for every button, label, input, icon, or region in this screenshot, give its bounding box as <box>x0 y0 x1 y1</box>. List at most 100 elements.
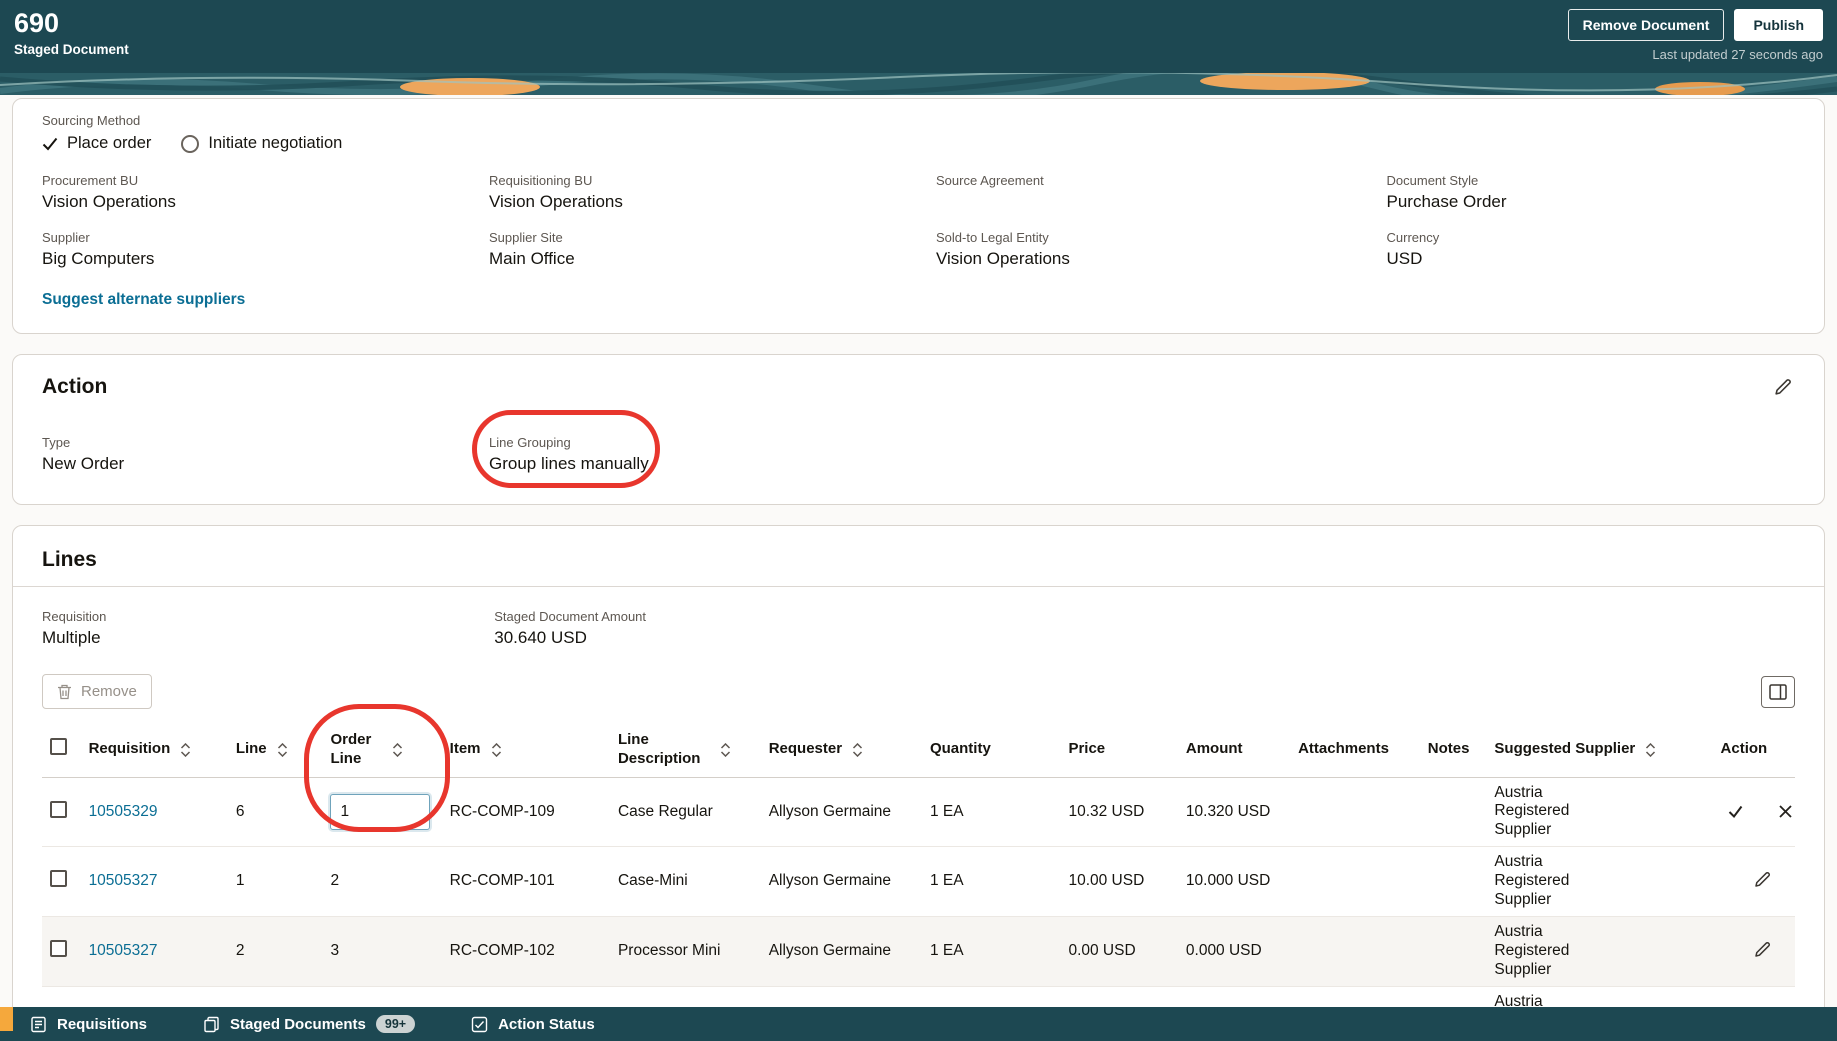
item-cell: RC-COMP-102 <box>441 916 610 987</box>
quantity-cell: 1 EA <box>921 916 1061 987</box>
item-cell: RC-COMP-101 <box>441 846 610 917</box>
tab-requisitions[interactable]: Requisitions <box>30 1016 147 1033</box>
select-all-checkbox[interactable] <box>50 738 67 756</box>
order-line-input[interactable] <box>330 793 431 830</box>
suggested-supplier-cell: Austria Registered Supplier <box>1486 916 1713 987</box>
radio-place-order[interactable]: Place order <box>42 134 151 153</box>
action-title-row: Action <box>42 375 1795 399</box>
column-header-line[interactable]: Line <box>227 723 323 778</box>
document-number: 690 <box>14 8 60 38</box>
lines-card: Lines Requisition Multiple Staged Docume… <box>12 525 1825 1041</box>
page-header: 690 Staged Document Remove Document Publ… <box>0 0 1837 73</box>
trash-icon <box>58 684 71 699</box>
column-header-amount[interactable]: Amount <box>1177 723 1291 778</box>
split-panel-icon <box>1769 683 1787 700</box>
column-header-suggested-supplier[interactable]: Suggested Supplier <box>1486 723 1713 778</box>
row-checkbox[interactable] <box>50 870 67 888</box>
suggest-alternate-suppliers-link[interactable]: Suggest alternate suppliers <box>42 291 245 309</box>
column-label: Line <box>235 740 267 758</box>
sort-icon[interactable] <box>1645 742 1656 757</box>
field-label: Supplier <box>42 230 90 245</box>
confirm-row-button[interactable] <box>1725 801 1746 822</box>
field-value: 30.640 USD <box>494 628 587 647</box>
column-label: Line Description <box>617 731 701 767</box>
field-lines-requisition: Requisition Multiple <box>42 609 494 648</box>
tab-action-status[interactable]: Action Status <box>471 1016 595 1033</box>
column-label: Requester <box>768 740 843 758</box>
field-value <box>936 192 1387 212</box>
staged-documents-count-badge: 99+ <box>375 1015 416 1033</box>
field-value: Vision Operations <box>42 192 176 211</box>
publish-button[interactable]: Publish <box>1734 9 1823 41</box>
column-header-requester[interactable]: Requester <box>760 723 922 778</box>
field-staged-document-amount: Staged Document Amount 30.640 USD <box>494 609 1795 648</box>
row-checkbox[interactable] <box>50 800 67 818</box>
suggested-supplier-cell: Austria Registered Supplier <box>1486 777 1713 848</box>
action-status-icon <box>471 1016 488 1032</box>
tab-label: Requisitions <box>57 1015 148 1033</box>
edit-row-button[interactable] <box>1751 868 1774 891</box>
tab-label: Action Status <box>498 1015 595 1033</box>
remove-document-button[interactable]: Remove Document <box>1567 9 1725 41</box>
notes-cell <box>1419 846 1487 917</box>
column-header-attachments[interactable]: Attachments <box>1290 723 1420 778</box>
table-header-row: Requisition Line Order Line Item Line De… <box>42 723 1795 778</box>
line-description-cell: Case Regular <box>609 777 761 848</box>
column-header-order-line[interactable]: Order Line <box>322 723 442 778</box>
column-header-quantity[interactable]: Quantity <box>921 723 1061 778</box>
attachments-cell <box>1290 777 1420 848</box>
requester-cell: Allyson Germaine <box>760 916 922 987</box>
sort-icon[interactable] <box>491 742 502 757</box>
sort-icon[interactable] <box>180 742 191 757</box>
lines-section-title: Lines <box>42 548 97 571</box>
price-cell: 0.00 USD <box>1060 916 1178 987</box>
order-line-cell: 2 <box>322 846 442 917</box>
edit-action-button[interactable] <box>1771 375 1795 399</box>
action-card: Action Type New Order Line Grouping Grou… <box>12 354 1825 505</box>
field-value: New Order <box>42 454 125 473</box>
document-identity: 690 Staged Document <box>14 9 129 73</box>
sort-icon[interactable] <box>852 742 863 757</box>
radio-initiate-negotiation[interactable]: Initiate negotiation <box>181 134 342 153</box>
active-tab-indicator <box>0 1007 13 1031</box>
row-checkbox[interactable] <box>50 940 67 957</box>
field-sold-to-legal-entity: Sold-to Legal Entity Vision Operations <box>936 230 1387 269</box>
column-header-notes[interactable]: Notes <box>1419 723 1487 778</box>
column-label: Attachments <box>1298 740 1389 758</box>
line-cell: 6 <box>227 777 323 848</box>
column-label: Suggested Supplier <box>1494 740 1636 758</box>
remove-lines-button[interactable]: Remove <box>42 674 152 709</box>
main-content: Sourcing Method Place order Initiate neg… <box>0 98 1837 1041</box>
requisition-link[interactable]: 10505327 <box>89 872 158 889</box>
field-label: Procurement BU <box>42 173 139 188</box>
requisition-link[interactable]: 10505329 <box>89 803 158 820</box>
column-header-price[interactable]: Price <box>1060 723 1178 778</box>
column-header-line-description[interactable]: Line Description <box>609 723 761 778</box>
header-buttons: Remove Document Publish <box>1567 9 1823 41</box>
column-header-requisition[interactable]: Requisition <box>80 723 228 778</box>
staged-document-page: 690 Staged Document Remove Document Publ… <box>0 0 1837 1041</box>
supplier-text: Austria Registered Supplier <box>1494 853 1570 909</box>
field-line-grouping: Line Grouping Group lines manually <box>489 435 936 474</box>
select-all-header <box>42 723 81 778</box>
document-type-label: Staged Document <box>14 42 129 58</box>
field-supplier: Supplier Big Computers <box>42 230 489 269</box>
sort-icon[interactable] <box>277 742 288 757</box>
column-header-item[interactable]: Item <box>441 723 610 778</box>
sort-icon[interactable] <box>392 742 403 757</box>
table-layout-toggle-button[interactable] <box>1761 675 1795 708</box>
edit-row-button[interactable] <box>1751 938 1774 961</box>
requester-cell: Allyson Germaine <box>760 777 922 848</box>
cancel-row-button[interactable] <box>1776 802 1795 821</box>
pencil-icon <box>1754 872 1770 888</box>
lines-summary: Requisition Multiple Staged Document Amo… <box>42 609 1795 648</box>
checkbox-cell <box>42 916 81 987</box>
radio-label: Initiate negotiation <box>208 134 343 152</box>
field-label: Staged Document Amount <box>494 609 647 624</box>
sourcing-method-options: Place order Initiate negotiation <box>42 134 1795 153</box>
sort-icon[interactable] <box>720 742 731 757</box>
tab-staged-documents[interactable]: Staged Documents 99+ <box>203 1015 416 1033</box>
requisition-link[interactable]: 10505327 <box>89 942 158 959</box>
order-line-cell: 3 <box>322 916 442 987</box>
